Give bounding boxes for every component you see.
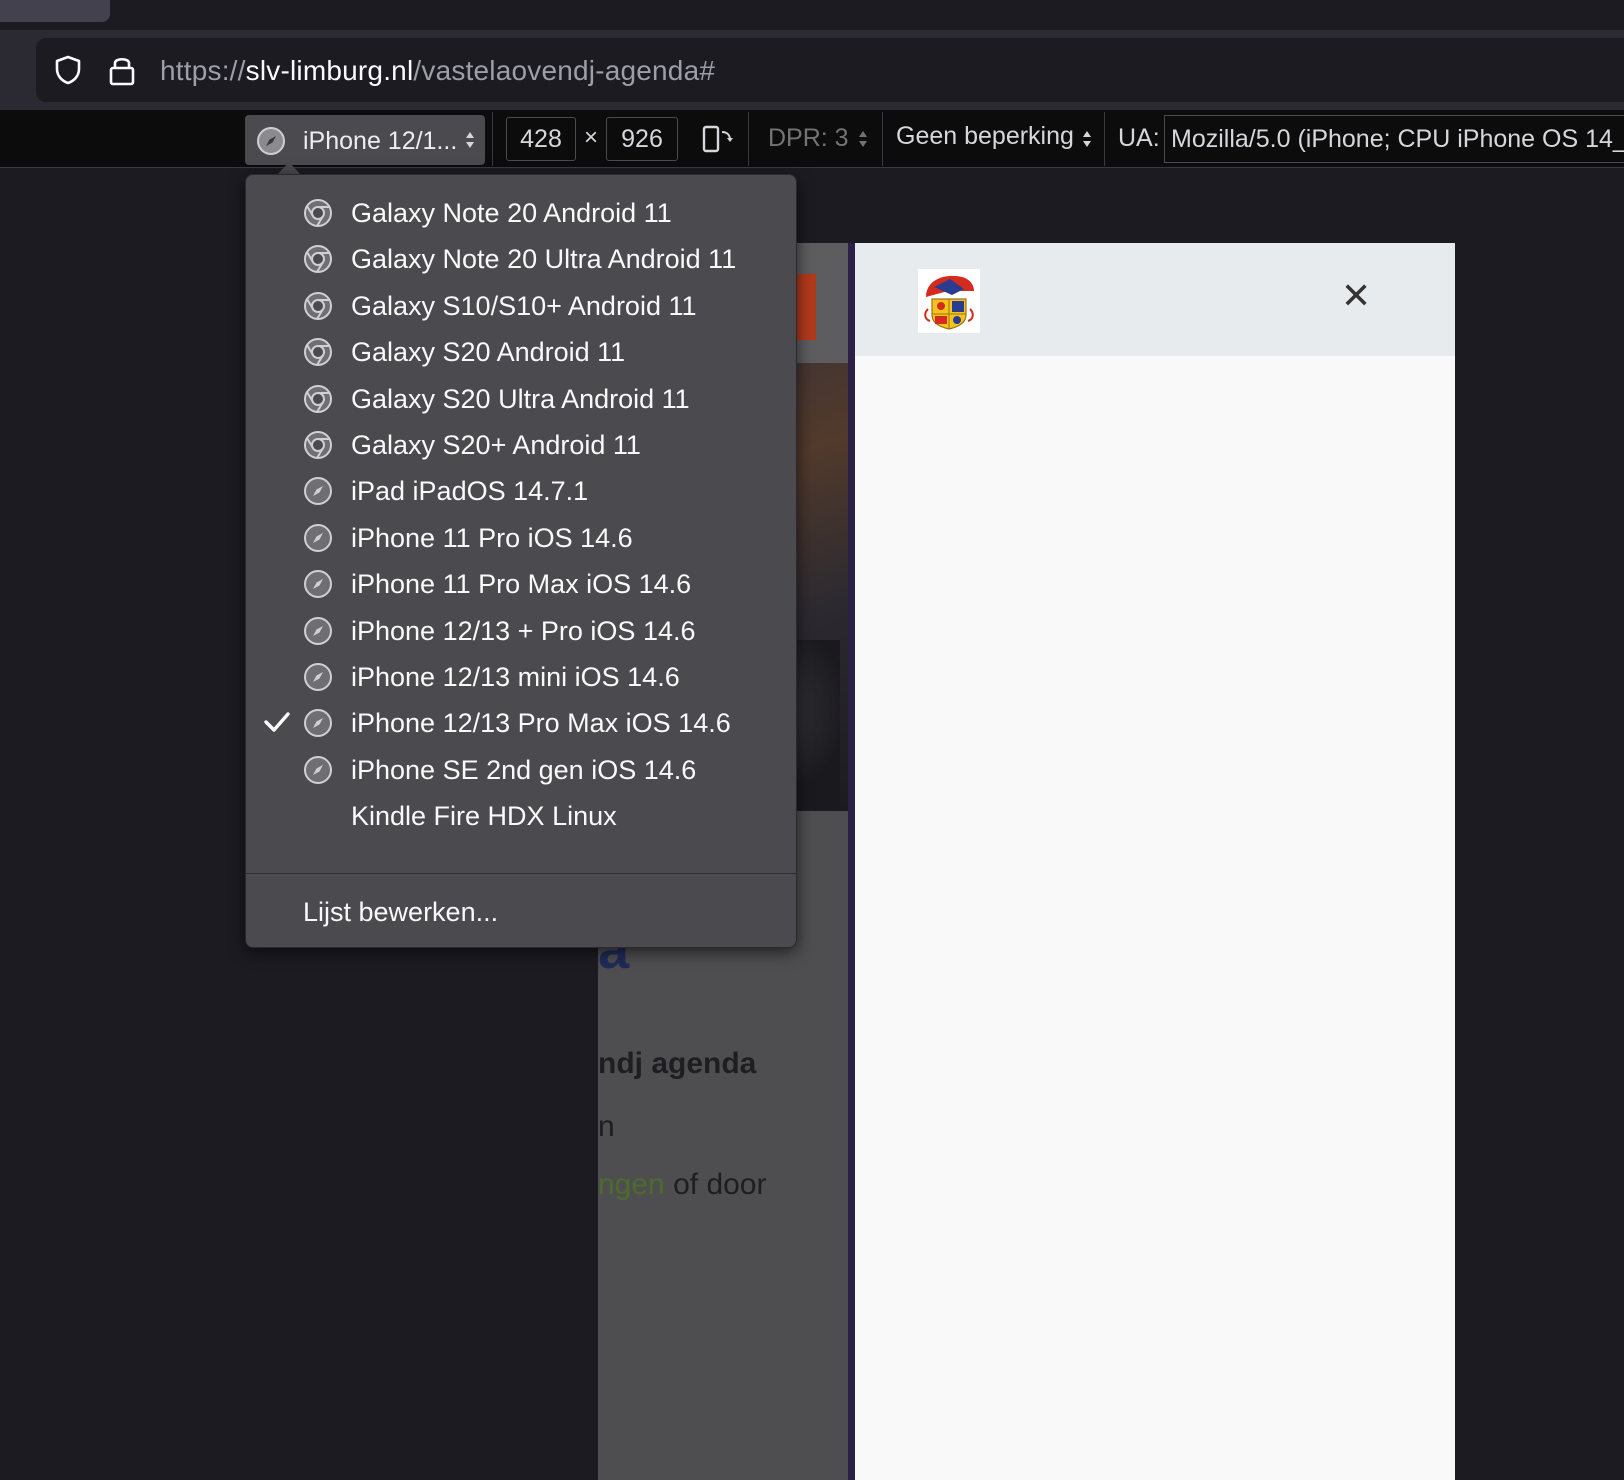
responsive-design-toolbar: iPhone 12/1... 428 × 926 DPR: 3 Geen bep… bbox=[0, 110, 1624, 168]
menu-item-label: iPhone 12/13 Pro Max iOS 14.6 bbox=[351, 708, 731, 739]
menu-divider bbox=[246, 873, 798, 874]
menu-item-label: Galaxy S20+ Android 11 bbox=[351, 430, 641, 460]
shield-icon[interactable] bbox=[52, 54, 84, 86]
safari-icon bbox=[302, 707, 334, 739]
menu-item-label: Kindle Fire HDX Linux bbox=[351, 801, 617, 832]
menu-item-label: Lijst bewerken... bbox=[303, 897, 499, 927]
menu-item-label: iPhone SE 2nd gen iOS 14.6 bbox=[351, 754, 697, 785]
user-agent-label: UA: bbox=[1118, 124, 1160, 152]
device-selector[interactable]: iPhone 12/1... bbox=[245, 115, 485, 165]
coat-of-arms-logo bbox=[924, 275, 974, 330]
menu-item-label: iPhone 11 Pro Max iOS 14.6 bbox=[351, 569, 692, 600]
dpr-selector[interactable]: DPR: 3 bbox=[768, 124, 849, 153]
url-scheme: https:// bbox=[160, 55, 246, 86]
device-menu-item[interactable]: Kindle Fire HDX Linux bbox=[246, 792, 798, 840]
edit-device-list-item[interactable]: Lijst bewerken... bbox=[246, 889, 798, 935]
device-menu-item[interactable]: iPhone 11 Pro iOS 14.6 bbox=[246, 514, 798, 562]
safari-icon bbox=[302, 568, 334, 600]
url-host: slv-limburg.nl bbox=[245, 55, 414, 86]
updown-arrows-icon bbox=[466, 132, 474, 148]
menu-item-label: Galaxy S10/S10+ Android 11 bbox=[351, 290, 697, 321]
browser-window: https://slv-limburg.nl/vastelaovendj-age… bbox=[0, 0, 1624, 1480]
page-paragraph: n bbox=[598, 1110, 615, 1143]
safari-icon bbox=[302, 754, 334, 786]
menu-item-label: iPad iPadOS 14.7.1 bbox=[351, 476, 589, 507]
height-input[interactable]: 926 bbox=[606, 117, 678, 161]
device-menu-item[interactable]: iPhone 12/13 + Pro iOS 14.6 bbox=[246, 607, 798, 655]
chrome-icon bbox=[302, 429, 334, 461]
toolbar-separator bbox=[748, 112, 749, 166]
page-frame-border bbox=[848, 243, 855, 1480]
safari-icon bbox=[302, 475, 334, 507]
safari-icon bbox=[302, 661, 334, 693]
device-menu-item[interactable]: Galaxy S20 Android 11 bbox=[246, 328, 798, 376]
chrome-icon bbox=[302, 197, 334, 229]
safari-icon bbox=[257, 127, 285, 155]
url-bar[interactable]: https://slv-limburg.nl/vastelaovendj-age… bbox=[36, 38, 1624, 102]
chrome-icon bbox=[302, 290, 334, 322]
url-path: /vastelaovendj-agenda# bbox=[413, 55, 716, 86]
tab-strip bbox=[0, 0, 1624, 30]
page-paragraph: ngen of door bbox=[598, 1168, 766, 1202]
device-menu-item[interactable]: Galaxy Note 20 Ultra Android 11 bbox=[246, 235, 798, 283]
menu-item-label: Galaxy S20 Ultra Android 11 bbox=[351, 383, 690, 414]
menu-item-label: Galaxy Note 20 Android 11 bbox=[351, 198, 672, 228]
user-agent-input[interactable]: Mozilla/5.0 (iPhone; CPU iPhone OS 14_6 bbox=[1164, 115, 1624, 163]
side-menu-panel: ✕ bbox=[855, 243, 1455, 1480]
device-menu-item[interactable]: iPhone 12/13 mini iOS 14.6 bbox=[246, 653, 798, 701]
safari-icon bbox=[302, 615, 334, 647]
chrome-icon bbox=[302, 336, 334, 368]
width-input[interactable]: 428 bbox=[506, 117, 576, 161]
updown-arrows-icon bbox=[859, 131, 867, 147]
menu-item-label: Galaxy S20 Android 11 bbox=[351, 337, 626, 368]
nav-bar: https://slv-limburg.nl/vastelaovendj-age… bbox=[0, 30, 1624, 110]
times-sign: × bbox=[584, 124, 599, 151]
device-menu-item[interactable]: Galaxy S20+ Android 11 bbox=[246, 421, 798, 469]
rotate-device-icon[interactable] bbox=[700, 124, 734, 154]
device-menu-item[interactable]: Galaxy S20 Ultra Android 11 bbox=[246, 375, 798, 423]
updown-arrows-icon bbox=[1083, 131, 1091, 147]
tab[interactable] bbox=[0, 0, 110, 22]
device-menu-item[interactable]: Galaxy Note 20 Android 11 bbox=[246, 189, 798, 237]
menu-item-label: iPhone 12/13 mini iOS 14.6 bbox=[351, 662, 680, 692]
checkmark-icon bbox=[262, 707, 292, 737]
page-paragraph-text: of door bbox=[664, 1168, 767, 1201]
menu-item-label: iPhone 11 Pro iOS 14.6 bbox=[351, 522, 633, 553]
side-menu-header: ✕ bbox=[855, 243, 1455, 356]
device-menu-item[interactable]: iPhone 11 Pro Max iOS 14.6 bbox=[246, 560, 798, 608]
toolbar-separator bbox=[882, 112, 883, 166]
device-menu-item[interactable]: Galaxy S10/S10+ Android 11 bbox=[246, 282, 798, 330]
network-throttling-selector[interactable]: Geen beperking bbox=[896, 122, 1074, 151]
menu-item-label: Galaxy Note 20 Ultra Android 11 bbox=[351, 244, 737, 275]
device-menu-item[interactable]: iPhone 12/13 Pro Max iOS 14.6 bbox=[246, 699, 798, 747]
toolbar-separator bbox=[492, 112, 493, 166]
device-menu-item[interactable]: iPad iPadOS 14.7.1 bbox=[246, 467, 798, 515]
lock-icon[interactable] bbox=[106, 53, 138, 87]
page-subheading: ndj agenda bbox=[598, 1047, 757, 1080]
safari-icon bbox=[302, 522, 334, 554]
chrome-icon bbox=[302, 383, 334, 415]
page-link[interactable]: ngen bbox=[598, 1168, 665, 1201]
chrome-icon bbox=[302, 243, 334, 275]
site-logo[interactable] bbox=[918, 269, 980, 333]
url-text[interactable]: https://slv-limburg.nl/vastelaovendj-age… bbox=[160, 55, 715, 87]
close-icon[interactable]: ✕ bbox=[1341, 278, 1371, 314]
toolbar-separator bbox=[1104, 112, 1105, 166]
device-selector-label: iPhone 12/1... bbox=[303, 127, 458, 155]
device-dropdown-menu: Lijst bewerken... Galaxy Note 20 Android… bbox=[245, 174, 798, 948]
device-menu-item[interactable]: iPhone SE 2nd gen iOS 14.6 bbox=[246, 746, 798, 794]
menu-item-label: iPhone 12/13 + Pro iOS 14.6 bbox=[351, 615, 696, 646]
